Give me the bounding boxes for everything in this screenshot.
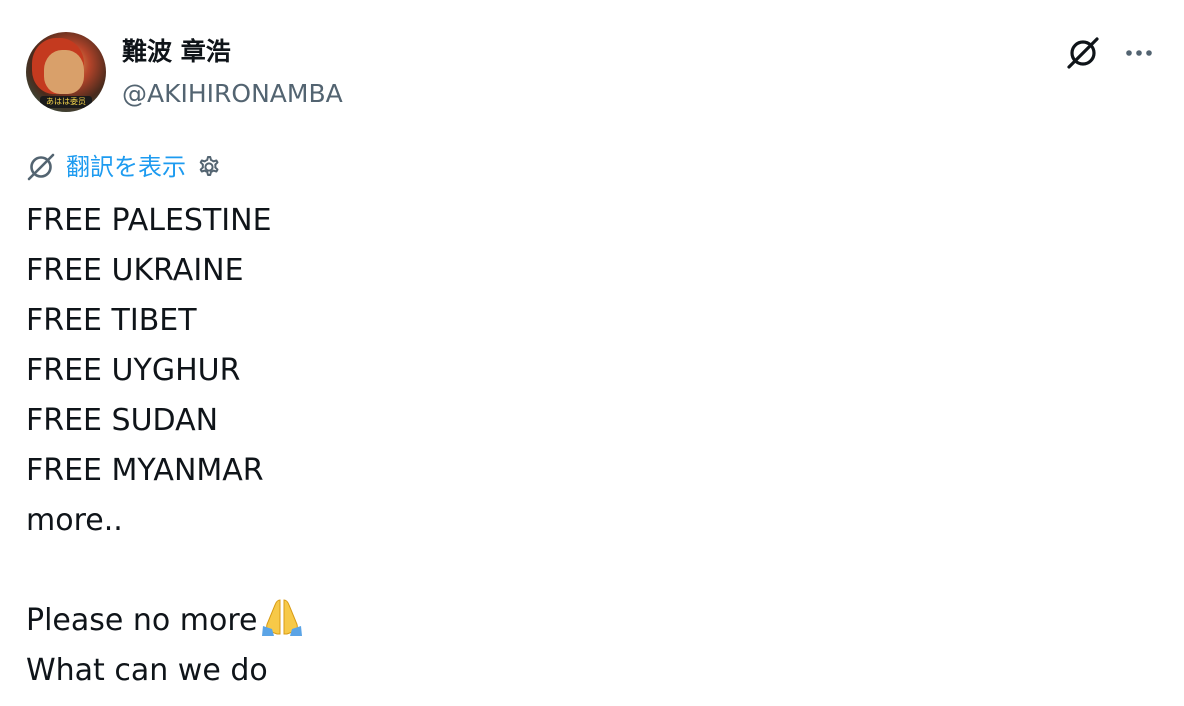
show-translation-link[interactable]: 翻訳を表示 [66,151,186,183]
tweet-line: FREE UKRAINE [26,253,244,288]
grok-icon-svg [1067,37,1099,69]
grok-translate-icon [26,152,56,182]
avatar-face [44,50,84,94]
more-icon-svg [1126,50,1152,56]
tweet-line-with-emoji: Please no more [26,596,1146,646]
tweet-text: FREE PALESTINE FREE UKRAINE FREE TIBET F… [26,196,1146,696]
tweet-line: What can we do [26,653,268,688]
tweet-line: Please no more [26,603,258,638]
avatar[interactable]: あはは委员 [26,32,106,112]
author-display-name[interactable]: 難波 章浩 [122,36,231,68]
more-icon[interactable] [1120,34,1158,72]
avatar-caption: あはは委员 [40,96,92,108]
tweet-card: あはは委员 難波 章浩 @AKIHIRONAMBA 翻訳を表示 FREE PAL… [0,0,1184,706]
tweet-line: more.. [26,503,123,538]
tweet-line: FREE UYGHUR [26,353,241,388]
tweet-line: FREE TIBET [26,303,197,338]
tweet-line: FREE MYANMAR [26,453,264,488]
author-handle[interactable]: @AKIHIRONAMBA [122,78,343,110]
translate-row: 翻訳を表示 [26,150,224,184]
folded-hands-emoji-icon [260,596,304,652]
gear-icon[interactable] [194,152,224,182]
tweet-line: FREE PALESTINE [26,203,272,238]
grok-icon[interactable] [1064,34,1102,72]
tweet-line: FREE SUDAN [26,403,219,438]
